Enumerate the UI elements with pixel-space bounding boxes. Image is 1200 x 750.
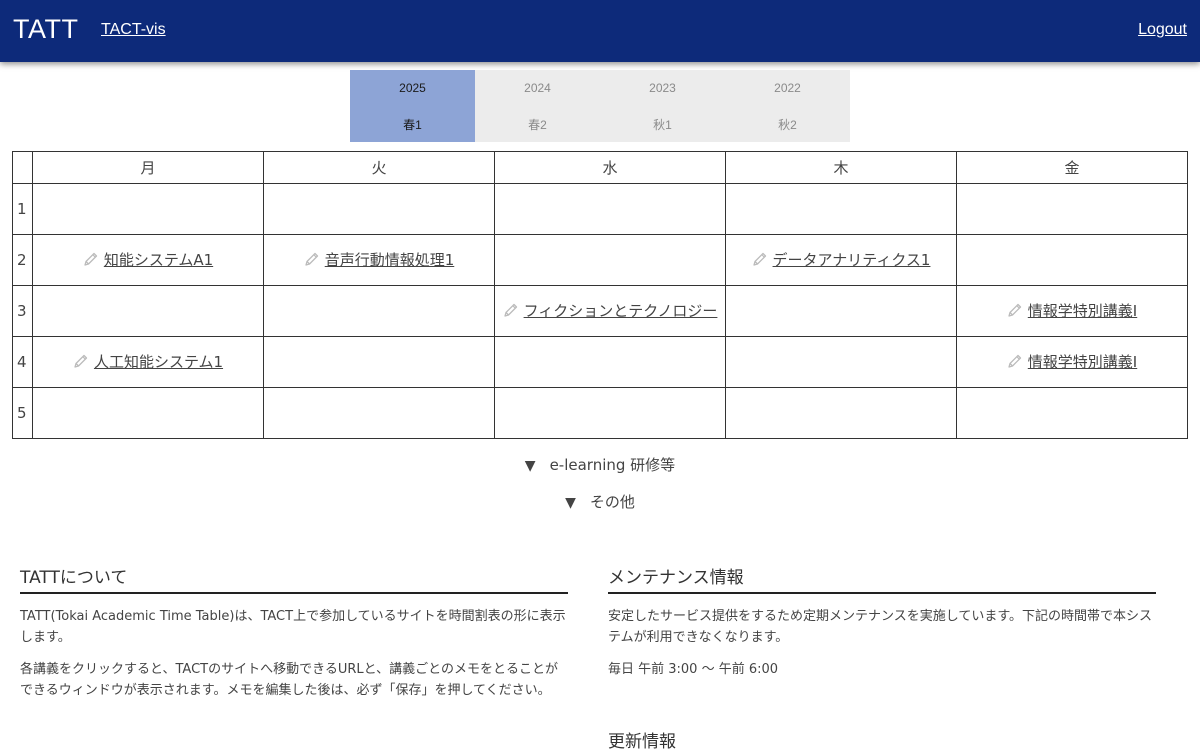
about-panel: TATTについて TATT(Tokai Academic Time Table)… [20,563,568,701]
period-label: 2 [12,234,33,286]
year-tab-2023[interactable]: 2023 [600,70,725,106]
course-link[interactable]: 音声行動情報処理1 [304,249,455,270]
course-name[interactable]: 音声行動情報処理1 [325,249,455,270]
day-header: 金 [956,151,1188,184]
timetable-cell [956,387,1188,439]
year-tab-2022[interactable]: 2022 [725,70,850,106]
pencil-icon[interactable] [304,251,320,267]
timetable-cell [494,183,726,235]
term-tab-spring2[interactable]: 春2 [475,106,600,142]
term-selector: 2025 2024 2023 2022 春1 春2 秋1 秋2 [350,70,850,142]
about-title: TATTについて [20,563,568,594]
timetable-cell [494,387,726,439]
tact-vis-link[interactable]: TACT-vis [101,21,166,39]
term-tab-fall2[interactable]: 秋2 [725,106,850,142]
timetable-row: 2 知能システムA1 音声行動情報処理1 データアナリティクス1 [12,234,1188,286]
updates-title: 更新情報 [608,732,676,750]
pencil-icon[interactable] [83,251,99,267]
timetable-cell: フィクションとテクノロジー [494,285,726,337]
pencil-icon[interactable] [1007,353,1023,369]
year-tab-2024[interactable]: 2024 [475,70,600,106]
about-paragraph: 各講義をクリックすると、TACTのサイトへ移動できるURLと、講義ごとのメモをと… [20,662,558,698]
timetable-row: 1 [12,183,1188,235]
triangle-down-icon: ▼ [565,495,576,511]
timetable-cell [263,285,495,337]
period-label: 1 [12,183,33,235]
other-section-label: その他 [589,493,635,511]
course-name[interactable]: 人工知能システム1 [94,351,223,372]
day-header: 月 [32,151,264,184]
period-label: 3 [12,285,33,337]
updates-panel: 更新情報 [608,727,1156,750]
triangle-down-icon: ▼ [524,458,536,474]
top-navbar: TATT TACT-vis Logout [0,0,1200,62]
other-section-toggle[interactable]: ▼ その他 [0,491,1200,512]
maintenance-title: メンテナンス情報 [608,563,1156,594]
period-label: 4 [12,336,33,388]
course-name[interactable]: フィクションとテクノロジー [524,300,718,321]
term-tab-spring1[interactable]: 春1 [350,106,475,142]
timetable: 月 火 水 木 金 1 2 知能システムA1 音声行動情報処理1 データアナリティクス1… [12,151,1188,439]
timetable-cell [263,183,495,235]
timetable-row: 4 人工知能システム1 情報学特別講義Ⅰ [12,336,1188,388]
timetable-cell [725,183,957,235]
timetable-cell [956,234,1188,286]
day-header: 木 [725,151,957,184]
timetable-cell [32,183,264,235]
logout-link[interactable]: Logout [1138,21,1187,39]
maintenance-schedule: 毎日 午前 3:00 〜 午前 6:00 [608,662,779,677]
timetable-cell [725,387,957,439]
day-header: 火 [263,151,495,184]
timetable-cell: データアナリティクス1 [725,234,957,286]
term-tab-fall1[interactable]: 秋1 [600,106,725,142]
timetable-cell [956,183,1188,235]
brand-logo[interactable]: TATT [13,14,78,45]
course-name[interactable]: 情報学特別講義Ⅰ [1028,300,1137,321]
course-name[interactable]: 知能システムA1 [104,249,213,270]
pencil-icon[interactable] [503,302,519,318]
course-link[interactable]: フィクションとテクノロジー [503,300,718,321]
course-name[interactable]: データアナリティクス1 [773,249,931,270]
timetable-cell [263,336,495,388]
timetable-row: 5 [12,387,1188,439]
pencil-icon[interactable] [752,251,768,267]
timetable-cell: 情報学特別講義Ⅰ [956,336,1188,388]
timetable-cell [32,387,264,439]
course-link[interactable]: 人工知能システム1 [73,351,223,372]
about-paragraph: TATT(Tokai Academic Time Table)は、TACT上で参… [20,609,566,645]
course-name[interactable]: 情報学特別講義Ⅰ [1028,351,1137,372]
corner-cell [12,151,33,184]
timetable-row: 3 フィクションとテクノロジー 情報学特別講義Ⅰ [12,285,1188,337]
timetable-cell [725,285,957,337]
timetable-cell [32,285,264,337]
course-link[interactable]: 情報学特別講義Ⅰ [1007,300,1137,321]
course-link[interactable]: 知能システムA1 [83,249,213,270]
elearning-section-label: e-learning 研修等 [549,456,676,474]
timetable-header-row: 月 火 水 木 金 [12,151,1188,184]
day-header: 水 [494,151,726,184]
pencil-icon[interactable] [1007,302,1023,318]
maintenance-panel: メンテナンス情報 安定したサービス提供をするため定期メンテナンスを実施しています… [608,563,1156,680]
elearning-section-toggle[interactable]: ▼ e-learning 研修等 [0,454,1200,475]
timetable-cell: 人工知能システム1 [32,336,264,388]
timetable-cell: 情報学特別講義Ⅰ [956,285,1188,337]
timetable-cell: 音声行動情報処理1 [263,234,495,286]
timetable-cell [494,336,726,388]
maintenance-paragraph: 安定したサービス提供をするため定期メンテナンスを実施しています。下記の時間帯で本… [608,609,1153,645]
timetable-cell [263,387,495,439]
course-link[interactable]: 情報学特別講義Ⅰ [1007,351,1137,372]
timetable-cell: 知能システムA1 [32,234,264,286]
year-tab-2025[interactable]: 2025 [350,70,475,106]
course-link[interactable]: データアナリティクス1 [752,249,931,270]
pencil-icon[interactable] [73,353,89,369]
timetable-cell [494,234,726,286]
period-label: 5 [12,387,33,439]
timetable-cell [725,336,957,388]
